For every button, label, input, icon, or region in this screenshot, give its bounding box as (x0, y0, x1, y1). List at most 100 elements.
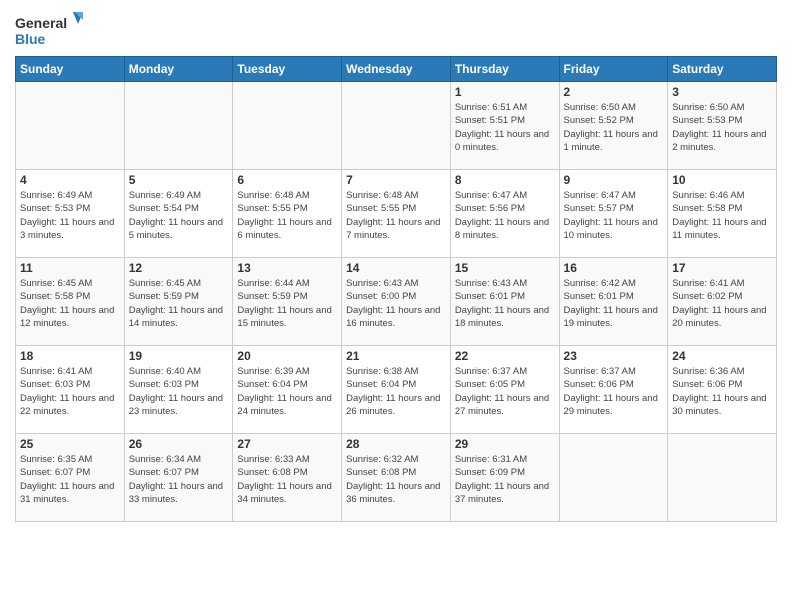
day-cell: 26 Sunrise: 6:34 AM Sunset: 6:07 PM Dayli… (124, 434, 233, 522)
day-cell: 2 Sunrise: 6:50 AM Sunset: 5:52 PM Daylig… (559, 82, 668, 170)
day-info: Sunrise: 6:47 AM Sunset: 5:56 PM Dayligh… (455, 189, 555, 242)
day-cell: 8 Sunrise: 6:47 AM Sunset: 5:56 PM Daylig… (450, 170, 559, 258)
day-info: Sunrise: 6:34 AM Sunset: 6:07 PM Dayligh… (129, 453, 229, 506)
day-number: 11 (20, 261, 120, 275)
day-cell: 21 Sunrise: 6:38 AM Sunset: 6:04 PM Dayli… (342, 346, 451, 434)
day-cell: 19 Sunrise: 6:40 AM Sunset: 6:03 PM Dayli… (124, 346, 233, 434)
day-info: Sunrise: 6:43 AM Sunset: 6:00 PM Dayligh… (346, 277, 446, 330)
logo-svg: General Blue (15, 10, 85, 50)
day-cell: 10 Sunrise: 6:46 AM Sunset: 5:58 PM Dayli… (668, 170, 777, 258)
day-header-sunday: Sunday (16, 57, 125, 82)
day-cell: 28 Sunrise: 6:32 AM Sunset: 6:08 PM Dayli… (342, 434, 451, 522)
day-header-thursday: Thursday (450, 57, 559, 82)
day-info: Sunrise: 6:45 AM Sunset: 5:58 PM Dayligh… (20, 277, 120, 330)
day-cell: 4 Sunrise: 6:49 AM Sunset: 5:53 PM Daylig… (16, 170, 125, 258)
week-row-1: 1Sunrise: 6:51 AM Sunset: 5:51 PM Daylig… (16, 82, 777, 170)
day-cell (668, 434, 777, 522)
day-header-tuesday: Tuesday (233, 57, 342, 82)
day-number: 19 (129, 349, 229, 363)
day-info: Sunrise: 6:45 AM Sunset: 5:59 PM Dayligh… (129, 277, 229, 330)
day-info: Sunrise: 6:48 AM Sunset: 5:55 PM Dayligh… (237, 189, 337, 242)
header: General Blue (15, 10, 777, 50)
day-info: Sunrise: 6:49 AM Sunset: 5:54 PM Dayligh… (129, 189, 229, 242)
day-number: 14 (346, 261, 446, 275)
day-number: 23 (564, 349, 664, 363)
day-cell: 6 Sunrise: 6:48 AM Sunset: 5:55 PM Daylig… (233, 170, 342, 258)
day-number: 8 (455, 173, 555, 187)
day-number: 12 (129, 261, 229, 275)
day-number: 10 (672, 173, 772, 187)
day-number: 2 (564, 85, 664, 99)
day-cell: 23Sunrise: 6:37 AM Sunset: 6:06 PM Dayli… (559, 346, 668, 434)
day-cell: 11 Sunrise: 6:45 AM Sunset: 5:58 PM Dayli… (16, 258, 125, 346)
day-info: Sunrise: 6:43 AM Sunset: 6:01 PM Dayligh… (455, 277, 555, 330)
day-cell: 22 Sunrise: 6:37 AM Sunset: 6:05 PM Dayli… (450, 346, 559, 434)
day-info: Sunrise: 6:42 AM Sunset: 6:01 PM Dayligh… (564, 277, 664, 330)
week-row-2: 4 Sunrise: 6:49 AM Sunset: 5:53 PM Daylig… (16, 170, 777, 258)
logo: General Blue (15, 10, 85, 50)
week-row-4: 18Sunrise: 6:41 AM Sunset: 6:03 PM Dayli… (16, 346, 777, 434)
day-number: 17 (672, 261, 772, 275)
day-number: 3 (672, 85, 772, 99)
day-header-monday: Monday (124, 57, 233, 82)
day-header-friday: Friday (559, 57, 668, 82)
day-header-saturday: Saturday (668, 57, 777, 82)
day-number: 1 (455, 85, 555, 99)
week-row-3: 11 Sunrise: 6:45 AM Sunset: 5:58 PM Dayli… (16, 258, 777, 346)
day-number: 5 (129, 173, 229, 187)
day-info: Sunrise: 6:48 AM Sunset: 5:55 PM Dayligh… (346, 189, 446, 242)
day-header-wednesday: Wednesday (342, 57, 451, 82)
day-number: 22 (455, 349, 555, 363)
day-cell: 16Sunrise: 6:42 AM Sunset: 6:01 PM Dayli… (559, 258, 668, 346)
day-number: 28 (346, 437, 446, 451)
day-number: 13 (237, 261, 337, 275)
day-cell: 7 Sunrise: 6:48 AM Sunset: 5:55 PM Daylig… (342, 170, 451, 258)
day-number: 25 (20, 437, 120, 451)
day-cell: 9 Sunrise: 6:47 AM Sunset: 5:57 PM Daylig… (559, 170, 668, 258)
day-info: Sunrise: 6:40 AM Sunset: 6:03 PM Dayligh… (129, 365, 229, 418)
day-number: 20 (237, 349, 337, 363)
day-info: Sunrise: 6:49 AM Sunset: 5:53 PM Dayligh… (20, 189, 120, 242)
day-cell: 13 Sunrise: 6:44 AM Sunset: 5:59 PM Dayli… (233, 258, 342, 346)
week-row-5: 25Sunrise: 6:35 AM Sunset: 6:07 PM Dayli… (16, 434, 777, 522)
day-cell: 24 Sunrise: 6:36 AM Sunset: 6:06 PM Dayli… (668, 346, 777, 434)
day-number: 24 (672, 349, 772, 363)
day-cell: 3 Sunrise: 6:50 AM Sunset: 5:53 PM Daylig… (668, 82, 777, 170)
day-number: 18 (20, 349, 120, 363)
page: General Blue SundayMondayTuesdayWednesda… (0, 0, 792, 612)
day-info: Sunrise: 6:44 AM Sunset: 5:59 PM Dayligh… (237, 277, 337, 330)
day-number: 27 (237, 437, 337, 451)
svg-text:Blue: Blue (15, 31, 46, 47)
day-cell (342, 82, 451, 170)
day-cell: 5 Sunrise: 6:49 AM Sunset: 5:54 PM Daylig… (124, 170, 233, 258)
day-number: 7 (346, 173, 446, 187)
svg-text:General: General (15, 15, 67, 31)
day-info: Sunrise: 6:46 AM Sunset: 5:58 PM Dayligh… (672, 189, 772, 242)
day-number: 9 (564, 173, 664, 187)
day-cell: 15 Sunrise: 6:43 AM Sunset: 6:01 PM Dayli… (450, 258, 559, 346)
day-number: 15 (455, 261, 555, 275)
day-info: Sunrise: 6:50 AM Sunset: 5:52 PM Dayligh… (564, 101, 664, 154)
day-info: Sunrise: 6:47 AM Sunset: 5:57 PM Dayligh… (564, 189, 664, 242)
day-cell (124, 82, 233, 170)
day-cell: 27 Sunrise: 6:33 AM Sunset: 6:08 PM Dayli… (233, 434, 342, 522)
day-number: 4 (20, 173, 120, 187)
day-info: Sunrise: 6:32 AM Sunset: 6:08 PM Dayligh… (346, 453, 446, 506)
day-info: Sunrise: 6:37 AM Sunset: 6:05 PM Dayligh… (455, 365, 555, 418)
day-cell (233, 82, 342, 170)
day-cell: 14 Sunrise: 6:43 AM Sunset: 6:00 PM Dayli… (342, 258, 451, 346)
day-info: Sunrise: 6:33 AM Sunset: 6:08 PM Dayligh… (237, 453, 337, 506)
day-info: Sunrise: 6:38 AM Sunset: 6:04 PM Dayligh… (346, 365, 446, 418)
day-info: Sunrise: 6:41 AM Sunset: 6:02 PM Dayligh… (672, 277, 772, 330)
day-cell (16, 82, 125, 170)
day-cell: 1Sunrise: 6:51 AM Sunset: 5:51 PM Daylig… (450, 82, 559, 170)
day-info: Sunrise: 6:36 AM Sunset: 6:06 PM Dayligh… (672, 365, 772, 418)
day-number: 21 (346, 349, 446, 363)
day-number: 6 (237, 173, 337, 187)
day-info: Sunrise: 6:50 AM Sunset: 5:53 PM Dayligh… (672, 101, 772, 154)
day-cell (559, 434, 668, 522)
day-cell: 29Sunrise: 6:31 AM Sunset: 6:09 PM Dayli… (450, 434, 559, 522)
day-headers-row: SundayMondayTuesdayWednesdayThursdayFrid… (16, 57, 777, 82)
calendar-table: SundayMondayTuesdayWednesdayThursdayFrid… (15, 56, 777, 522)
day-number: 26 (129, 437, 229, 451)
